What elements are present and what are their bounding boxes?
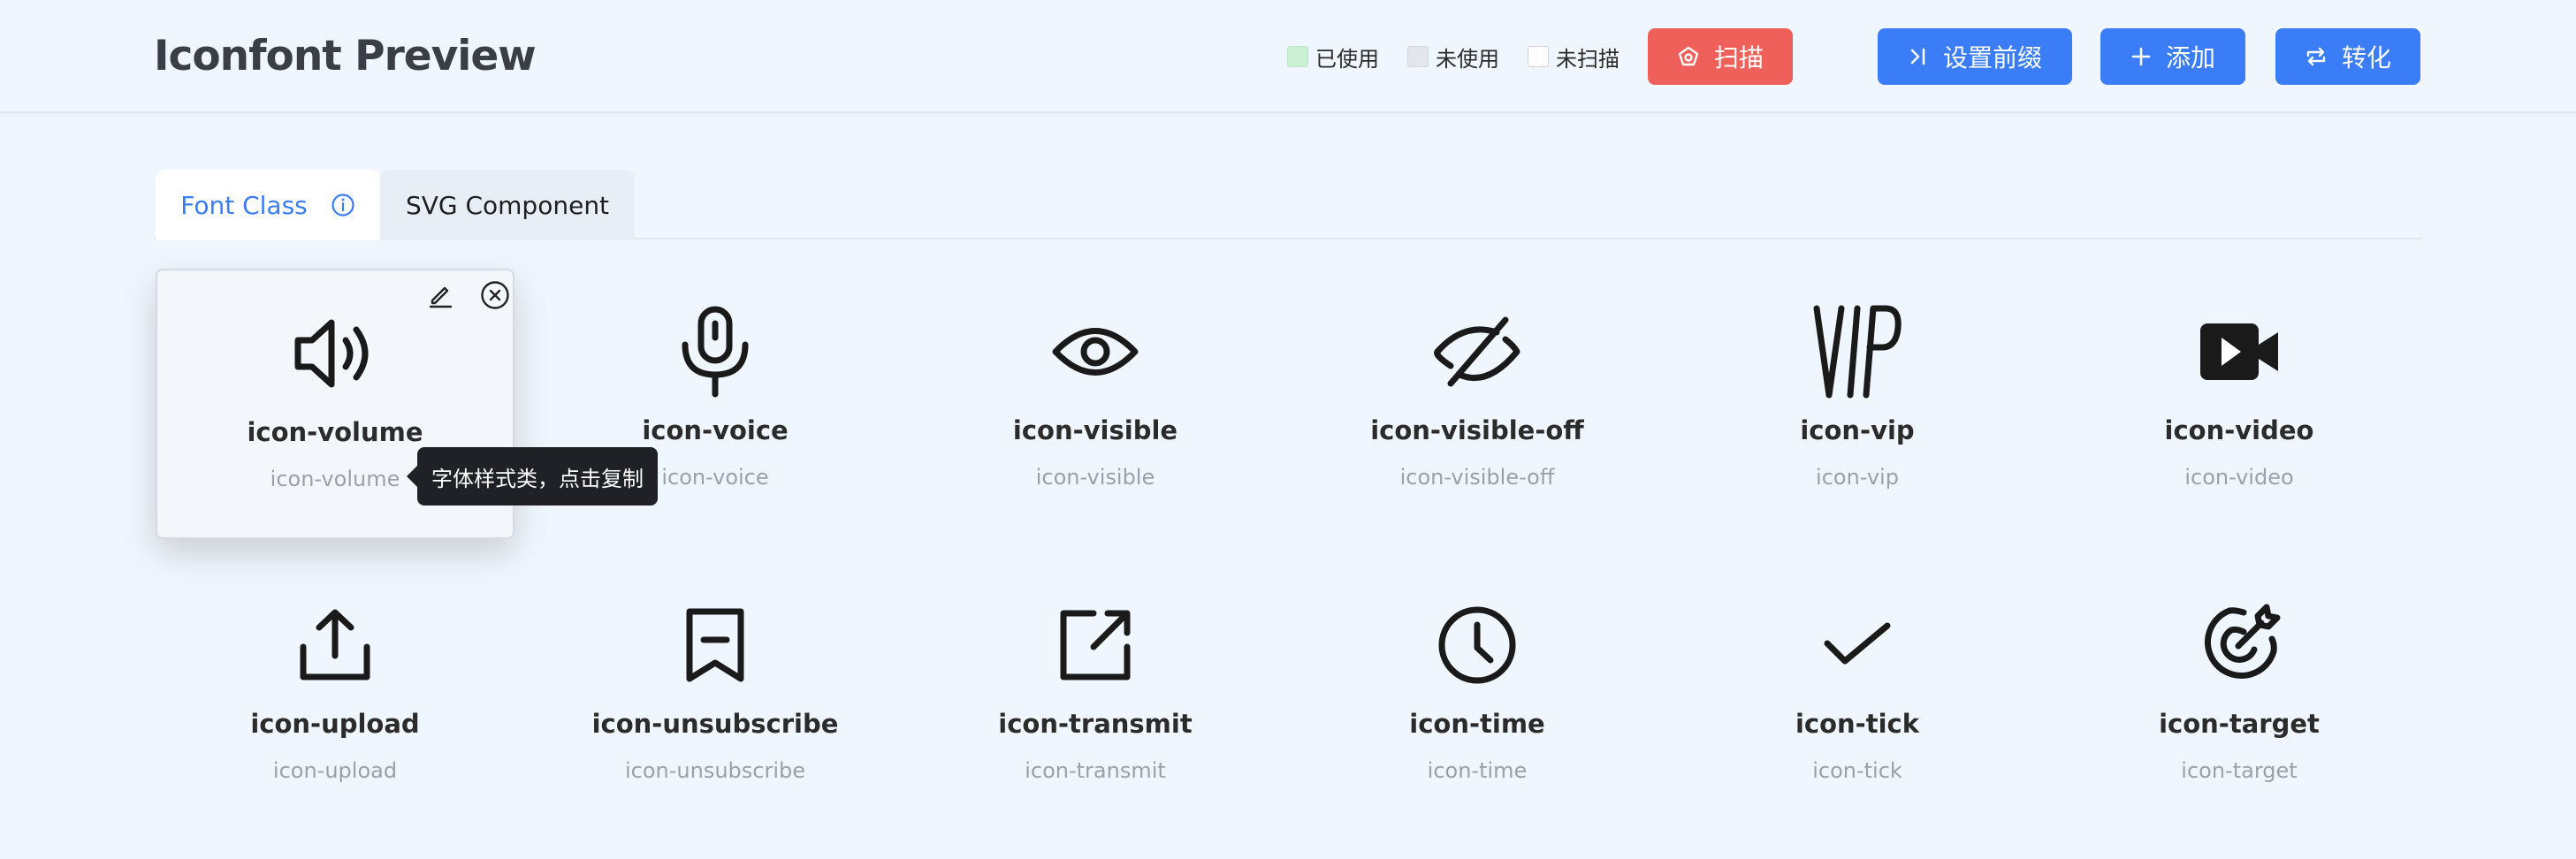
- icon-class[interactable]: icon-vip: [1678, 465, 2037, 490]
- icon-name: icon-vip: [1800, 415, 1915, 445]
- vip-icon: [1678, 305, 2037, 399]
- microphone-icon: [536, 306, 895, 398]
- set-prefix-button[interactable]: 设置前缀: [1878, 28, 2072, 85]
- prefix-icon: [1908, 46, 1929, 67]
- icon-name: icon-visible: [1012, 415, 1178, 445]
- tab-svg-component-label: SVG Component: [405, 190, 610, 220]
- icon-card-video[interactable]: icon-video icon-video: [2060, 269, 2419, 539]
- legend-label-used: 已使用: [1315, 46, 1379, 72]
- tab-font-class-label: Font Class: [180, 190, 308, 220]
- icon-class[interactable]: icon-video: [2060, 465, 2419, 490]
- icon-class[interactable]: icon-upload: [156, 758, 514, 783]
- video-icon: [2060, 308, 2419, 396]
- icon-card-unsubscribe[interactable]: icon-unsubscribe icon-unsubscribe: [536, 562, 895, 832]
- app-header: Iconfont Preview 已使用 未使用 未扫描 扫描 设置前缀 添加 …: [0, 0, 2576, 113]
- icon-class[interactable]: icon-visible: [916, 465, 1275, 490]
- legend-label-unused: 未使用: [1436, 46, 1499, 72]
- icon-name: icon-unsubscribe: [591, 709, 839, 739]
- icon-class[interactable]: icon-target: [2060, 758, 2419, 783]
- legend-swatch-unscanned: [1528, 46, 1549, 67]
- icon-class[interactable]: icon-visible-off: [1298, 465, 1657, 490]
- upload-icon: [156, 601, 514, 689]
- legend-swatch-unused: [1407, 46, 1429, 67]
- eye-icon: [916, 308, 1275, 396]
- transmit-icon: [916, 601, 1275, 689]
- add-button[interactable]: 添加: [2100, 28, 2245, 85]
- plus-icon: [2130, 46, 2152, 67]
- icon-name: icon-transmit: [998, 709, 1193, 739]
- tab-svg-component[interactable]: SVG Component: [380, 170, 635, 240]
- target-icon: [2060, 601, 2419, 689]
- copy-tooltip: 字体样式类，点击复制: [407, 447, 658, 506]
- legend-unused: 未使用: [1407, 42, 1499, 72]
- icon-name: icon-voice: [642, 415, 789, 445]
- scan-button-label: 扫描: [1713, 43, 1764, 72]
- legend-swatch-used: [1287, 46, 1308, 67]
- icon-card-tick[interactable]: icon-tick icon-tick: [1678, 562, 2037, 832]
- info-icon[interactable]: [331, 193, 355, 217]
- icon-class[interactable]: icon-time: [1298, 758, 1657, 783]
- eye-off-icon: [1298, 308, 1657, 396]
- scan-icon: [1677, 45, 1700, 68]
- tick-icon: [1678, 601, 2037, 689]
- icon-card-target[interactable]: icon-target icon-target: [2060, 562, 2419, 832]
- convert-button[interactable]: 转化: [2275, 28, 2420, 85]
- icon-name: icon-volume: [247, 417, 423, 447]
- clock-icon: [1298, 601, 1657, 689]
- volume-icon: [157, 309, 513, 398]
- icon-name: icon-tick: [1795, 709, 1919, 739]
- legend-used: 已使用: [1287, 42, 1379, 72]
- icon-name: icon-time: [1409, 709, 1545, 739]
- icon-card-vip[interactable]: icon-vip icon-vip: [1678, 269, 2037, 539]
- edit-icon[interactable]: [423, 277, 458, 313]
- icon-card-time[interactable]: icon-time icon-time: [1298, 562, 1657, 832]
- tab-font-class[interactable]: Font Class: [156, 170, 380, 240]
- convert-button-label: 转化: [2341, 43, 2391, 72]
- icon-name: icon-upload: [250, 709, 420, 739]
- add-button-label: 添加: [2165, 43, 2215, 72]
- unsubscribe-icon: [536, 601, 895, 689]
- app-title: Iconfont Preview: [154, 32, 537, 80]
- icon-class[interactable]: icon-transmit: [916, 758, 1275, 783]
- icon-card-visible-off[interactable]: icon-visible-off icon-visible-off: [1298, 269, 1657, 539]
- set-prefix-button-label: 设置前缀: [1942, 43, 2042, 72]
- icon-card-visible[interactable]: icon-visible icon-visible: [916, 269, 1275, 539]
- convert-icon: [2305, 46, 2328, 67]
- icon-name: icon-visible-off: [1370, 415, 1584, 445]
- icon-name: icon-target: [2159, 709, 2320, 739]
- scan-button[interactable]: 扫描: [1648, 28, 1793, 85]
- legend-label-unscanned: 未扫描: [1556, 46, 1620, 72]
- close-circle-icon[interactable]: [477, 277, 513, 313]
- icon-card-upload[interactable]: icon-upload icon-upload: [156, 562, 514, 832]
- icon-class[interactable]: icon-unsubscribe: [536, 758, 895, 783]
- icon-class[interactable]: icon-tick: [1678, 758, 2037, 783]
- icon-name: icon-video: [2164, 415, 2314, 445]
- legend-unscanned: 未扫描: [1528, 42, 1620, 72]
- icon-card-transmit[interactable]: icon-transmit icon-transmit: [916, 562, 1275, 832]
